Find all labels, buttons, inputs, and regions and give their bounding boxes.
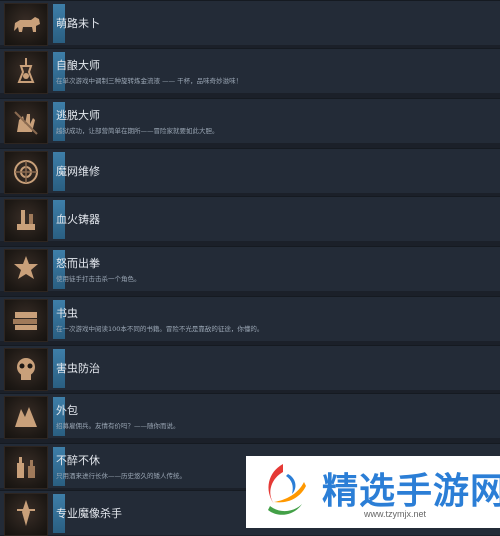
achievement-description: 在单次游戏中调制三种旋转炼金流液 —— 干杯，品味奇妙滋味！ [56, 77, 243, 85]
achievement-title: 逃脱大师 [56, 109, 100, 122]
achievement-title: 外包 [56, 404, 78, 417]
achievement-description: 招募雇佣兵。友情有价吗？——随你而说。 [56, 422, 180, 430]
escape-hand-icon [4, 101, 48, 144]
achievement-row[interactable]: 外包 招募雇佣兵。友情有价吗？——随你而说。 [0, 393, 500, 439]
watermark-url: www.tzymjx.net [364, 509, 427, 519]
achievement-title: 专业魔像杀手 [56, 507, 122, 520]
magic-web-icon [4, 151, 48, 194]
achievement-title: 不醉不休 [56, 454, 100, 467]
achievement-title: 萌路未卜 [56, 17, 100, 30]
swirl-logo-icon [268, 464, 306, 515]
watermark-title: 精选手游网 [322, 471, 500, 512]
achievement-row[interactable]: 逃脱大师 越狱成功，让部营简单在期所——冒险家就要如此大胆。 [0, 98, 500, 144]
achievement-row[interactable]: 怒而出拳 使用徒手打击击杀一个角色。 [0, 246, 500, 292]
achievement-row[interactable]: 血火铸器 [0, 196, 500, 242]
demon-slayer-icon [4, 493, 48, 536]
achievement-row[interactable]: 魔网维修 [0, 148, 500, 194]
alchemy-flask-icon [4, 51, 48, 94]
achievement-title: 书虫 [56, 307, 78, 320]
achievement-title: 怒而出拳 [56, 257, 100, 270]
achievement-title: 自酿大师 [56, 59, 100, 72]
achievement-title: 害虫防治 [56, 362, 100, 375]
achievement-description: 使用徒手打击击杀一个角色。 [56, 275, 141, 283]
bear-icon [4, 3, 48, 46]
achievement-title: 魔网维修 [56, 165, 100, 178]
achievement-description: 越狱成功，让部营简单在期所——冒险家就要如此大胆。 [56, 127, 219, 135]
achievement-description: 在一次游戏中阅读100本不同的书籍。冒险不光是靠敌的征途，你懂的。 [56, 325, 264, 333]
achievement-description: 只用酒来进行长休——历史悠久的矮人传统。 [56, 472, 186, 480]
blood-forge-icon [4, 199, 48, 242]
fist-icon [4, 249, 48, 292]
achievement-title: 血火铸器 [56, 213, 100, 226]
achievement-row[interactable]: 萌路未卜 [0, 0, 500, 46]
achievement-row[interactable]: 自酿大师 在单次游戏中调制三种旋转炼金流液 —— 干杯，品味奇妙滋味！ [0, 48, 500, 94]
site-watermark: 精选手游网 www.tzymjx.net [246, 456, 500, 528]
achievement-row[interactable]: 害虫防治 [0, 345, 500, 391]
pest-skull-icon [4, 348, 48, 391]
achievement-row[interactable]: 书虫 在一次游戏中阅读100本不同的书籍。冒险不光是靠敌的征途，你懂的。 [0, 296, 500, 342]
outsource-icon [4, 396, 48, 439]
book-icon [4, 299, 48, 342]
bottles-icon [4, 446, 48, 489]
